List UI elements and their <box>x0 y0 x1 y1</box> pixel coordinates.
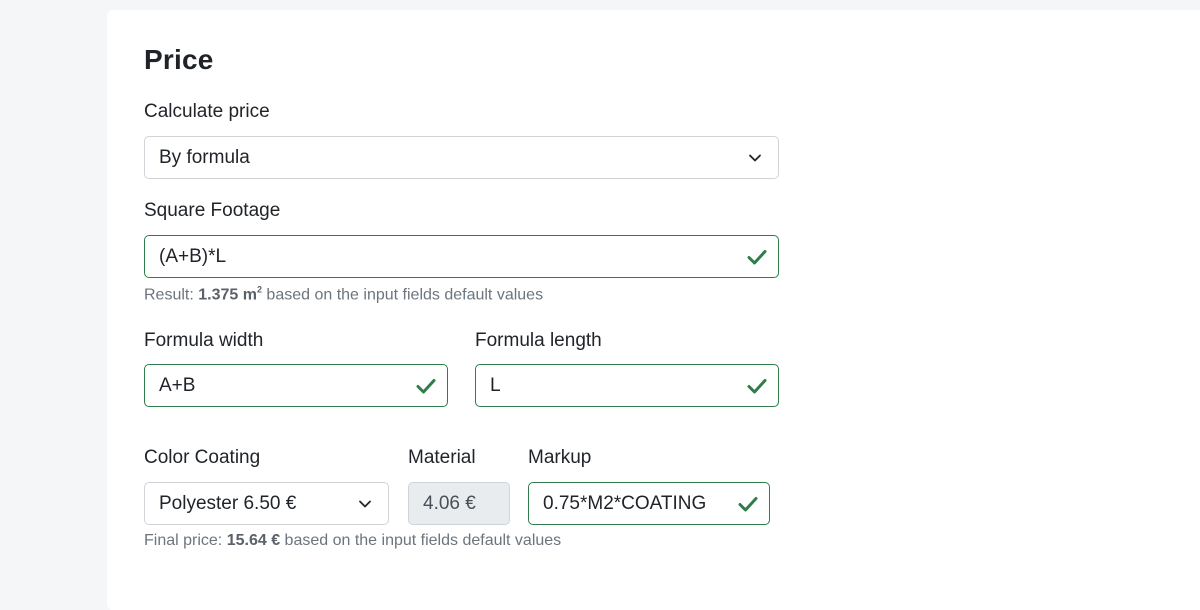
formula-width-value: A+B <box>159 374 196 396</box>
formula-width-input[interactable]: A+B <box>144 364 448 407</box>
check-icon <box>737 493 759 515</box>
chevron-down-icon <box>748 151 762 165</box>
calculate-price-label: Calculate price <box>144 101 270 122</box>
square-footage-value: (A+B)*L <box>159 245 227 267</box>
square-footage-input[interactable]: (A+B)*L <box>144 235 779 278</box>
check-icon <box>746 375 768 397</box>
section-title: Price <box>144 44 214 75</box>
check-icon <box>415 375 437 397</box>
formula-width-label: Formula width <box>144 330 264 351</box>
final-price-prefix: Final price: <box>144 532 227 549</box>
formula-length-input[interactable]: L <box>475 364 779 407</box>
square-footage-label: Square Footage <box>144 200 281 221</box>
final-price-value: 15.64 € <box>226 532 281 549</box>
check-icon <box>746 246 768 268</box>
result-prefix: Result: <box>144 286 199 304</box>
calculate-price-value: By formula <box>159 146 250 168</box>
final-price-help: Final price: 15.64 € based on the input … <box>144 532 561 550</box>
formula-length-value: L <box>490 374 501 396</box>
chevron-down-icon <box>358 497 372 511</box>
square-footage-result: Result: 1.375 m2 based on the input fiel… <box>144 285 543 304</box>
result-suffix: based on the input fields default values <box>261 286 544 304</box>
formula-length-label: Formula length <box>475 330 602 351</box>
material-label: Material <box>408 447 476 468</box>
material-value: 4.06 € <box>423 492 476 514</box>
material-input: 4.06 € <box>408 482 510 525</box>
color-coating-select[interactable]: Polyester 6.50 € <box>144 482 389 525</box>
color-coating-value: Polyester 6.50 € <box>159 492 297 514</box>
final-price-suffix: based on the input fields default values <box>280 532 562 549</box>
color-coating-label: Color Coating <box>144 447 261 468</box>
calculate-price-select[interactable]: By formula <box>144 136 779 179</box>
markup-label: Markup <box>528 447 592 468</box>
markup-input[interactable]: 0.75*M2*COATING <box>528 482 770 525</box>
result-value: 1.375 m <box>198 286 257 304</box>
markup-value: 0.75*M2*COATING <box>543 492 707 514</box>
